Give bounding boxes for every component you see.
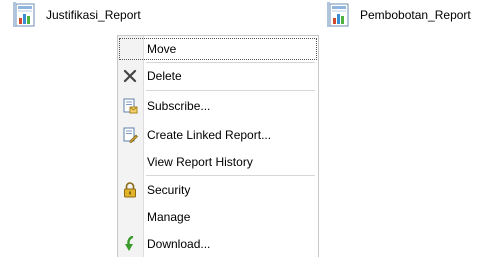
menu-separator bbox=[146, 62, 315, 63]
download-icon bbox=[121, 235, 139, 253]
menu-item-label: Download... bbox=[147, 237, 211, 251]
menu-item-label: Subscribe... bbox=[147, 99, 211, 113]
report-name[interactable]: Justifikasi_Report bbox=[46, 8, 141, 22]
menu-separator bbox=[146, 175, 315, 176]
menu-item-label: Move bbox=[147, 42, 177, 56]
report-item-justifikasi[interactable]: Justifikasi_Report bbox=[12, 0, 141, 30]
menu-item-delete[interactable]: Delete bbox=[118, 64, 318, 88]
menu-item-subscribe[interactable]: Subscribe... bbox=[118, 94, 318, 118]
report-icon bbox=[13, 2, 35, 27]
report-icon bbox=[327, 2, 349, 27]
menu-item-label: View Report History bbox=[147, 155, 253, 169]
menu-item-label: Security bbox=[147, 183, 191, 197]
subscribe-icon bbox=[121, 97, 139, 115]
delete-icon bbox=[121, 67, 139, 85]
menu-item-label: Manage bbox=[147, 210, 191, 224]
menu-separator bbox=[146, 90, 315, 91]
report-item-pembobotan[interactable]: Pembobotan_Report bbox=[326, 0, 471, 30]
menu-item-label: Create Linked Report... bbox=[147, 128, 272, 142]
menu-item-move[interactable]: Move bbox=[118, 37, 318, 61]
menu-item-view-report-history[interactable]: View Report History bbox=[118, 150, 318, 174]
linked-report-icon bbox=[121, 126, 139, 144]
report-name[interactable]: Pembobotan_Report bbox=[360, 8, 471, 22]
menu-item-security[interactable]: Security bbox=[118, 178, 318, 202]
menu-item-download[interactable]: Download... bbox=[118, 232, 318, 256]
menu-item-create-linked-report[interactable]: Create Linked Report... bbox=[118, 123, 318, 147]
menu-item-manage[interactable]: Manage bbox=[118, 205, 318, 229]
context-menu: Move Delete Subscribe... Create Linked R… bbox=[117, 35, 319, 257]
lock-icon bbox=[121, 181, 139, 199]
menu-item-label: Delete bbox=[147, 69, 182, 83]
